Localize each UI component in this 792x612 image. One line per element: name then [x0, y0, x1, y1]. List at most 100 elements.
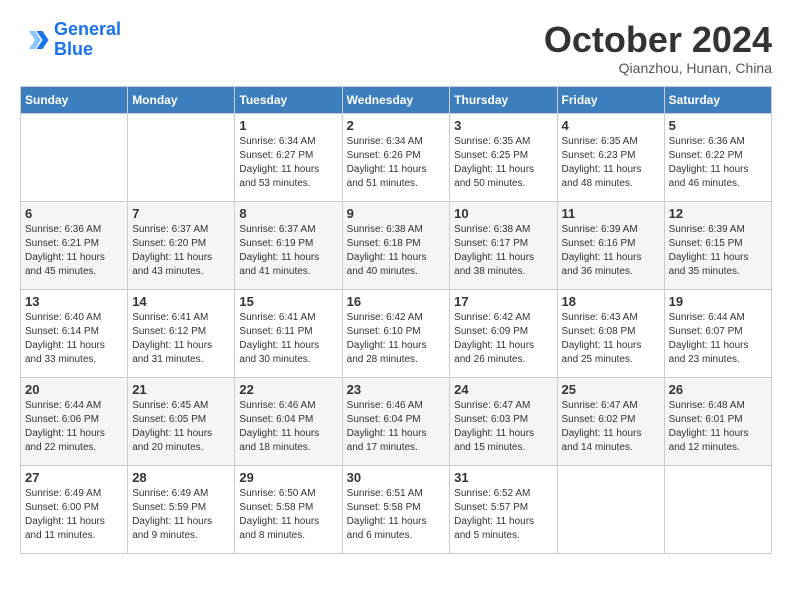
- day-info: Sunrise: 6:39 AM Sunset: 6:15 PM Dayligh…: [669, 223, 767, 279]
- calendar-cell: [557, 465, 664, 553]
- day-number: 22: [239, 382, 337, 397]
- calendar-cell: 28 Sunrise: 6:49 AM Sunset: 5:59 PM Dayli…: [128, 465, 235, 553]
- day-number: 21: [132, 382, 230, 397]
- day-info: Sunrise: 6:43 AM Sunset: 6:08 PM Dayligh…: [562, 311, 660, 367]
- logo: General Blue: [20, 20, 121, 60]
- day-number: 23: [347, 382, 446, 397]
- day-number: 24: [454, 382, 552, 397]
- calendar-cell: 29Sunrise: 6:50 AM Sunset: 5:58 PM Dayli…: [235, 465, 342, 553]
- calendar-cell: 17Sunrise: 6:42 AM Sunset: 6:09 PM Dayli…: [450, 289, 557, 377]
- day-info: Sunrise: 6:42 AM Sunset: 6:09 PM Dayligh…: [454, 311, 552, 367]
- day-number: 18: [562, 294, 660, 309]
- day-number: 6: [25, 206, 123, 221]
- day-info: Sunrise: 6:37 AM Sunset: 6:19 PM Dayligh…: [239, 223, 337, 279]
- day-number: 26: [669, 382, 767, 397]
- calendar-week-row: 13 Sunrise: 6:40 AM Sunset: 6:14 PM Dayli…: [21, 289, 772, 377]
- weekday-header: Thursday: [450, 86, 557, 113]
- calendar-cell: [664, 465, 771, 553]
- calendar-cell: 8 Sunrise: 6:37 AM Sunset: 6:19 PM Daylig…: [235, 201, 342, 289]
- weekday-header: Monday: [128, 86, 235, 113]
- day-info: Sunrise: 6:49 AM Sunset: 6:00 PM Dayligh…: [25, 487, 123, 543]
- day-number: 12: [669, 206, 767, 221]
- calendar-cell: 4 Sunrise: 6:35 AM Sunset: 6:23 PM Daylig…: [557, 113, 664, 201]
- calendar-cell: [21, 113, 128, 201]
- weekday-header: Friday: [557, 86, 664, 113]
- calendar-cell: [128, 113, 235, 201]
- calendar-cell: 13 Sunrise: 6:40 AM Sunset: 6:14 PM Dayli…: [21, 289, 128, 377]
- calendar-week-row: 1Sunrise: 6:34 AM Sunset: 6:27 PM Daylig…: [21, 113, 772, 201]
- calendar-cell: 15 Sunrise: 6:41 AM Sunset: 6:11 PM Dayli…: [235, 289, 342, 377]
- day-number: 11: [562, 206, 660, 221]
- day-info: Sunrise: 6:41 AM Sunset: 6:11 PM Dayligh…: [239, 311, 337, 367]
- day-number: 29: [239, 470, 337, 485]
- calendar-cell: 24 Sunrise: 6:47 AM Sunset: 6:03 PM Dayli…: [450, 377, 557, 465]
- calendar-week-row: 27 Sunrise: 6:49 AM Sunset: 6:00 PM Dayli…: [21, 465, 772, 553]
- day-number: 30: [347, 470, 446, 485]
- day-info: Sunrise: 6:48 AM Sunset: 6:01 PM Dayligh…: [669, 399, 767, 455]
- location: Qianzhou, Hunan, China: [544, 60, 772, 76]
- calendar-cell: 10Sunrise: 6:38 AM Sunset: 6:17 PM Dayli…: [450, 201, 557, 289]
- calendar-cell: 19 Sunrise: 6:44 AM Sunset: 6:07 PM Dayli…: [664, 289, 771, 377]
- day-info: Sunrise: 6:35 AM Sunset: 6:23 PM Dayligh…: [562, 135, 660, 191]
- day-number: 16: [347, 294, 446, 309]
- calendar-cell: 5 Sunrise: 6:36 AM Sunset: 6:22 PM Daylig…: [664, 113, 771, 201]
- day-number: 8: [239, 206, 337, 221]
- day-number: 15: [239, 294, 337, 309]
- day-number: 4: [562, 118, 660, 133]
- logo-icon: [20, 25, 50, 55]
- calendar-cell: 1Sunrise: 6:34 AM Sunset: 6:27 PM Daylig…: [235, 113, 342, 201]
- day-info: Sunrise: 6:44 AM Sunset: 6:07 PM Dayligh…: [669, 311, 767, 367]
- day-info: Sunrise: 6:36 AM Sunset: 6:22 PM Dayligh…: [669, 135, 767, 191]
- day-info: Sunrise: 6:45 AM Sunset: 6:05 PM Dayligh…: [132, 399, 230, 455]
- calendar-cell: 2Sunrise: 6:34 AM Sunset: 6:26 PM Daylig…: [342, 113, 450, 201]
- day-number: 7: [132, 206, 230, 221]
- calendar-week-row: 6Sunrise: 6:36 AM Sunset: 6:21 PM Daylig…: [21, 201, 772, 289]
- title-block: October 2024 Qianzhou, Hunan, China: [544, 20, 772, 76]
- day-number: 3: [454, 118, 552, 133]
- calendar-body: 1Sunrise: 6:34 AM Sunset: 6:27 PM Daylig…: [21, 113, 772, 553]
- day-number: 9: [347, 206, 446, 221]
- calendar-cell: 25 Sunrise: 6:47 AM Sunset: 6:02 PM Dayli…: [557, 377, 664, 465]
- day-number: 13: [25, 294, 123, 309]
- calendar-cell: 22Sunrise: 6:46 AM Sunset: 6:04 PM Dayli…: [235, 377, 342, 465]
- day-number: 31: [454, 470, 552, 485]
- day-number: 28: [132, 470, 230, 485]
- calendar-cell: 12 Sunrise: 6:39 AM Sunset: 6:15 PM Dayli…: [664, 201, 771, 289]
- calendar-cell: 23 Sunrise: 6:46 AM Sunset: 6:04 PM Dayli…: [342, 377, 450, 465]
- weekday-header: Wednesday: [342, 86, 450, 113]
- day-number: 5: [669, 118, 767, 133]
- calendar-cell: 26 Sunrise: 6:48 AM Sunset: 6:01 PM Dayli…: [664, 377, 771, 465]
- day-info: Sunrise: 6:37 AM Sunset: 6:20 PM Dayligh…: [132, 223, 230, 279]
- calendar-cell: 7 Sunrise: 6:37 AM Sunset: 6:20 PM Daylig…: [128, 201, 235, 289]
- day-info: Sunrise: 6:34 AM Sunset: 6:26 PM Dayligh…: [347, 135, 446, 191]
- calendar-cell: 6Sunrise: 6:36 AM Sunset: 6:21 PM Daylig…: [21, 201, 128, 289]
- day-number: 20: [25, 382, 123, 397]
- day-info: Sunrise: 6:49 AM Sunset: 5:59 PM Dayligh…: [132, 487, 230, 543]
- calendar-table: SundayMondayTuesdayWednesdayThursdayFrid…: [20, 86, 772, 554]
- day-info: Sunrise: 6:44 AM Sunset: 6:06 PM Dayligh…: [25, 399, 123, 455]
- calendar-cell: 9Sunrise: 6:38 AM Sunset: 6:18 PM Daylig…: [342, 201, 450, 289]
- day-number: 25: [562, 382, 660, 397]
- day-number: 27: [25, 470, 123, 485]
- day-info: Sunrise: 6:40 AM Sunset: 6:14 PM Dayligh…: [25, 311, 123, 367]
- weekday-header: Sunday: [21, 86, 128, 113]
- calendar-week-row: 20 Sunrise: 6:44 AM Sunset: 6:06 PM Dayli…: [21, 377, 772, 465]
- day-info: Sunrise: 6:39 AM Sunset: 6:16 PM Dayligh…: [562, 223, 660, 279]
- calendar-cell: 30Sunrise: 6:51 AM Sunset: 5:58 PM Dayli…: [342, 465, 450, 553]
- day-info: Sunrise: 6:34 AM Sunset: 6:27 PM Dayligh…: [239, 135, 337, 191]
- day-number: 14: [132, 294, 230, 309]
- day-info: Sunrise: 6:47 AM Sunset: 6:02 PM Dayligh…: [562, 399, 660, 455]
- day-info: Sunrise: 6:47 AM Sunset: 6:03 PM Dayligh…: [454, 399, 552, 455]
- day-number: 10: [454, 206, 552, 221]
- calendar-cell: 11 Sunrise: 6:39 AM Sunset: 6:16 PM Dayli…: [557, 201, 664, 289]
- calendar-cell: 16 Sunrise: 6:42 AM Sunset: 6:10 PM Dayli…: [342, 289, 450, 377]
- day-number: 19: [669, 294, 767, 309]
- page-header: General Blue October 2024 Qianzhou, Huna…: [20, 20, 772, 76]
- calendar-cell: 3 Sunrise: 6:35 AM Sunset: 6:25 PM Daylig…: [450, 113, 557, 201]
- calendar-cell: 31 Sunrise: 6:52 AM Sunset: 5:57 PM Dayli…: [450, 465, 557, 553]
- day-info: Sunrise: 6:42 AM Sunset: 6:10 PM Dayligh…: [347, 311, 446, 367]
- calendar-cell: 20 Sunrise: 6:44 AM Sunset: 6:06 PM Dayli…: [21, 377, 128, 465]
- day-info: Sunrise: 6:46 AM Sunset: 6:04 PM Dayligh…: [347, 399, 446, 455]
- day-info: Sunrise: 6:35 AM Sunset: 6:25 PM Dayligh…: [454, 135, 552, 191]
- day-info: Sunrise: 6:52 AM Sunset: 5:57 PM Dayligh…: [454, 487, 552, 543]
